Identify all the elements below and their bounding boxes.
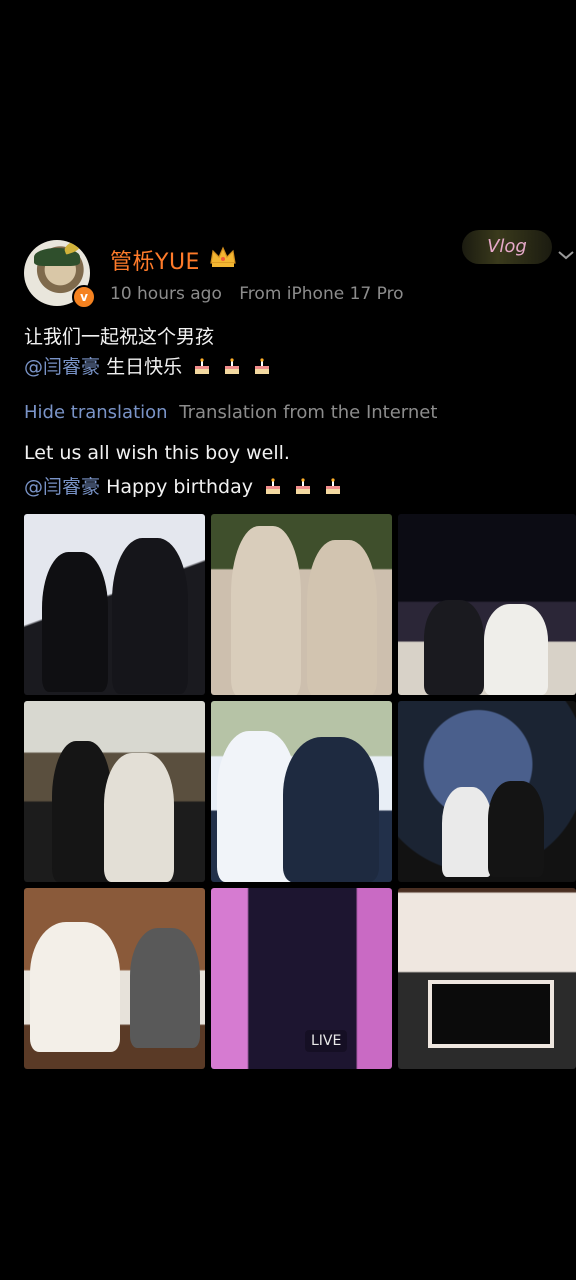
person-figure bbox=[442, 787, 492, 877]
chevron-down-icon[interactable] bbox=[556, 248, 576, 262]
photo-thumbnail[interactable] bbox=[24, 514, 205, 695]
post-text-line1: 让我们一起祝这个男孩 bbox=[24, 326, 215, 348]
username[interactable]: 管栎YUE bbox=[110, 244, 200, 276]
person-figure bbox=[52, 741, 112, 882]
person-figure bbox=[112, 538, 188, 694]
live-photo-badge: LIVE bbox=[305, 1030, 348, 1052]
post-meta: 10 hours ago From iPhone 17 Pro bbox=[110, 284, 416, 304]
photo-thumbnail[interactable] bbox=[398, 514, 576, 695]
photo-thumbnail[interactable] bbox=[211, 514, 392, 695]
photo-inset bbox=[428, 980, 554, 1048]
post-source: From iPhone 17 Pro bbox=[239, 284, 404, 304]
post-text-birthday: 生日快乐 bbox=[106, 356, 183, 378]
verified-badge-icon: v bbox=[72, 285, 96, 309]
translated-text-birthday: Happy birthday bbox=[106, 476, 253, 498]
user-mention[interactable]: @闫睿豪 bbox=[24, 476, 100, 498]
person-figure bbox=[231, 526, 301, 695]
hide-translation-link[interactable]: Hide translation bbox=[24, 402, 168, 423]
translated-text-line2: @闫睿豪 Happy birthday bbox=[24, 472, 343, 499]
translation-source: Translation from the Internet bbox=[179, 402, 438, 423]
birthday-cake-icon bbox=[296, 478, 311, 494]
photo-live-thumbnail[interactable]: LIVE bbox=[211, 888, 392, 1069]
person-figure bbox=[42, 552, 108, 692]
person-figure bbox=[130, 928, 200, 1048]
person-figure bbox=[484, 604, 548, 695]
birthday-cake-icon bbox=[326, 478, 341, 494]
birthday-cake-icon bbox=[225, 358, 240, 374]
person-figure bbox=[283, 737, 379, 882]
photo-thumbnail[interactable] bbox=[398, 701, 576, 882]
photo-thumbnail[interactable] bbox=[211, 701, 392, 882]
post-time: 10 hours ago bbox=[110, 284, 222, 304]
user-mention[interactable]: @闫睿豪 bbox=[24, 356, 100, 378]
photo-thumbnail[interactable] bbox=[398, 888, 576, 1069]
birthday-cake-icon bbox=[266, 478, 281, 494]
birthday-cake-icon bbox=[195, 358, 210, 374]
translation-bar: Hide translation Translation from the In… bbox=[24, 402, 437, 423]
crown-icon bbox=[210, 246, 236, 267]
person-figure bbox=[424, 600, 484, 695]
birthday-cake-icon bbox=[255, 358, 270, 374]
photo-grid: LIVE bbox=[24, 514, 576, 1070]
person-figure bbox=[30, 922, 120, 1052]
post-text-line2: @闫睿豪 生日快乐 bbox=[24, 352, 272, 379]
photo-thumbnail[interactable] bbox=[24, 888, 205, 1069]
person-figure bbox=[488, 781, 544, 877]
photo-thumbnail[interactable] bbox=[24, 701, 205, 882]
vlog-badge[interactable]: Vlog bbox=[462, 230, 552, 264]
weibo-post: v 管栎YUE 10 hours ago From iPhone 17 Pro … bbox=[0, 0, 576, 1280]
translated-text-line1: Let us all wish this boy well. bbox=[24, 442, 290, 464]
person-figure bbox=[307, 540, 377, 695]
person-figure bbox=[104, 753, 174, 882]
